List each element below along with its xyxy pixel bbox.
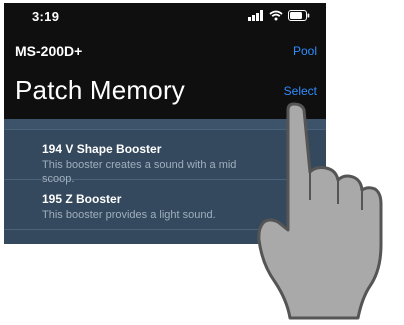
wifi-icon — [269, 10, 283, 21]
patch-description: This booster provides a light sound. — [42, 209, 216, 221]
status-time: 3:19 — [32, 9, 60, 24]
status-bar: 3:19 — [4, 3, 326, 33]
page-title: Patch Memory — [15, 75, 186, 105]
pool-button[interactable]: Pool — [293, 44, 317, 58]
pointing-hand-icon — [257, 102, 383, 320]
status-icons — [248, 10, 310, 21]
stage: 3:19 MS-200D+ Pool Patch Memory Select 1… — [0, 0, 404, 325]
device-name: MS-200D+ — [15, 43, 83, 59]
patch-title: 195 Z Booster — [42, 192, 122, 206]
signal-bars-icon — [248, 10, 263, 21]
nav-bar: MS-200D+ Pool — [4, 41, 326, 65]
patch-title: 194 V Shape Booster — [42, 142, 162, 156]
select-button[interactable]: Select — [284, 84, 317, 98]
battery-icon — [288, 10, 310, 21]
